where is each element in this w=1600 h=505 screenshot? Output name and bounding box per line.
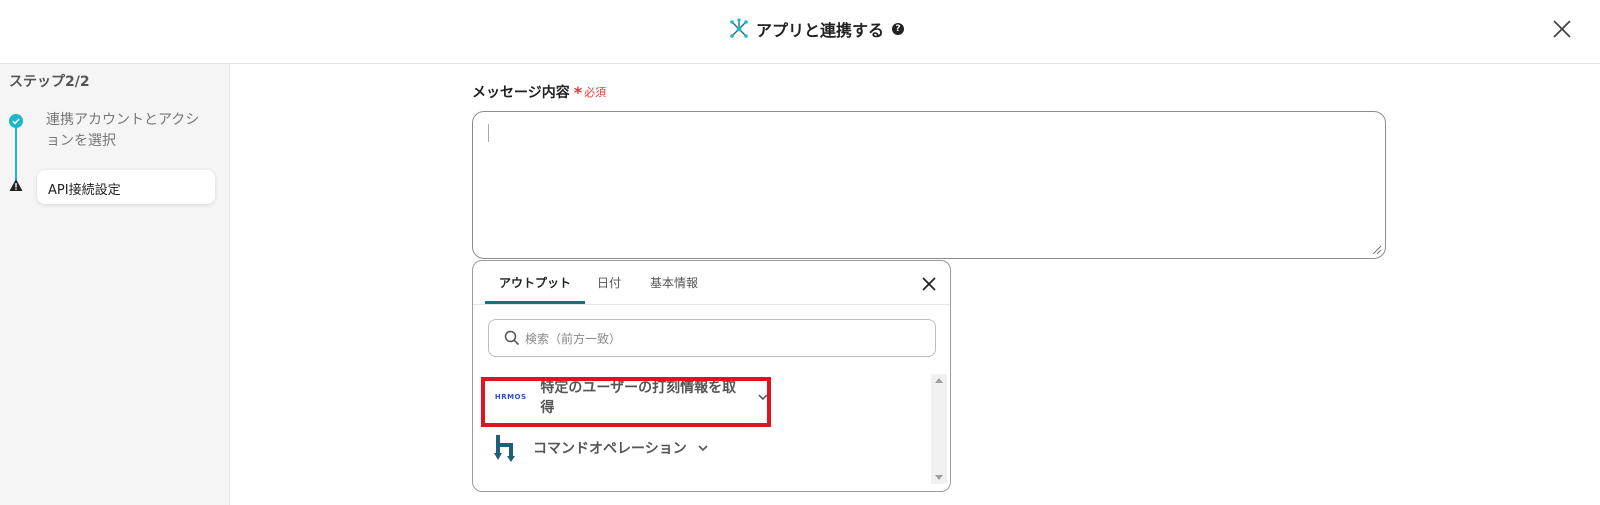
text-caret [488,124,489,142]
modal-header: アプリと連携する ? [0,0,1600,64]
close-icon[interactable] [1550,17,1574,41]
scroll-up-arrow[interactable] [935,378,943,383]
required-star: * [573,82,583,102]
help-icon[interactable]: ? [892,23,905,35]
modal-title: アプリと連携する [756,21,885,40]
field-label-text: メッセージ内容 [472,85,570,101]
scrollbar[interactable] [931,374,947,484]
hrmos-logo: HRMOS [494,393,527,401]
modal-title-group: アプリと連携する ? [728,14,905,44]
step-item-label: API接続設定 [48,183,121,198]
list-item-command-operation[interactable]: コマンドオペレーション [485,425,725,471]
check-circle-icon [9,114,23,128]
warning-icon [9,179,23,191]
search-input[interactable]: 検索（前方一致） [488,319,936,357]
step-sidebar: ステップ2/2 連携アカウントとアクションを選択 API接続設定 [0,64,230,505]
step-item-api-settings[interactable]: API接続設定 [37,170,215,204]
resize-grip-icon[interactable] [1372,245,1382,255]
active-tab-indicator [485,301,585,304]
command-operation-icon [494,435,515,462]
step-heading: ステップ2/2 [9,74,90,90]
list-item-label: コマンドオペレーション [533,441,687,457]
list-item-label: 特定のユーザーの打刻情報を取得 [540,380,737,416]
required-badge: 必須 [584,86,607,99]
panel-close-icon[interactable] [920,275,938,293]
step-item-account-action[interactable]: 連携アカウントとアクションを選択 [46,110,206,152]
output-picker-panel: アウトプット 日付 基本情報 検索（前方一致） HRMOS 特定のユーザーの打刻… [472,260,951,492]
tab-date[interactable]: 日付 [597,274,621,291]
search-placeholder: 検索（前方一致） [525,332,622,346]
search-icon [504,330,520,346]
step-connector [15,122,17,180]
panel-tabs: アウトプット 日付 基本情報 [473,261,950,305]
tab-output[interactable]: アウトプット [499,274,571,291]
list-item-hrmos-punch-info[interactable]: HRMOS 特定のユーザーの打刻情報を取得 [485,374,769,420]
chevron-down-icon [758,394,768,401]
network-icon [730,18,748,38]
chevron-down-icon [698,445,708,452]
message-field-label: メッセージ内容 * 必須 [472,82,606,102]
scroll-down-arrow[interactable] [935,475,943,480]
tab-basic-info[interactable]: 基本情報 [650,274,698,291]
message-textarea[interactable] [472,111,1386,259]
